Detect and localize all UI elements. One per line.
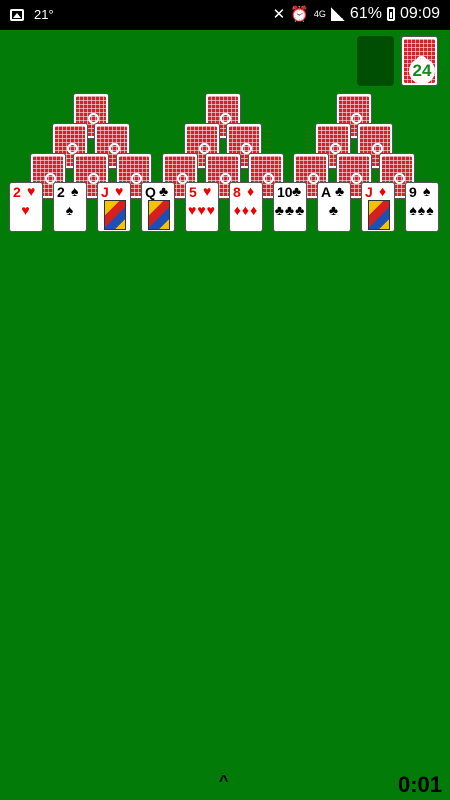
card-pips-icon: ♣♣♣ bbox=[274, 202, 306, 218]
card-rank: 5 bbox=[189, 184, 197, 200]
card-suit-icon: ♦ bbox=[379, 183, 387, 199]
card-suit-icon: ♣ bbox=[335, 183, 345, 199]
mute-icon: ✕ bbox=[272, 6, 286, 23]
playing-card[interactable]: 2 ♥ ♥ bbox=[9, 182, 43, 232]
waste-pile[interactable] bbox=[357, 36, 394, 86]
game-timer: 0:01 bbox=[397, 772, 442, 797]
stock-count-badge: 24 bbox=[409, 58, 435, 84]
card-rank: 2 bbox=[57, 184, 65, 200]
gallery-notification-icon bbox=[10, 8, 24, 21]
expand-caret-icon[interactable]: ^ bbox=[219, 773, 228, 791]
playing-card[interactable]: A ♣ ♣ bbox=[317, 182, 351, 232]
battery-percent: 61% bbox=[349, 5, 382, 22]
playing-card[interactable]: 8 ♦ ♦♦♦ bbox=[229, 182, 263, 232]
face-card-portrait-icon bbox=[148, 200, 170, 230]
alarm-icon: ⏰ bbox=[290, 6, 309, 23]
face-card-portrait-icon bbox=[368, 200, 390, 230]
playing-card[interactable]: 9 ♠ ♠♠♠ bbox=[405, 182, 439, 232]
card-rank: Q bbox=[145, 184, 156, 200]
card-suit-icon: ♣ bbox=[159, 183, 169, 199]
card-suit-icon: ♠ bbox=[71, 183, 79, 199]
card-pips-icon: ♥♥♥ bbox=[188, 202, 216, 218]
card-pips-icon: ♠♠♠ bbox=[409, 202, 435, 218]
playing-card[interactable]: Q ♣ bbox=[141, 182, 175, 232]
card-suit-icon: ♥ bbox=[27, 183, 36, 199]
card-suit-icon: ♥ bbox=[203, 183, 212, 199]
card-pips-icon: ♦♦♦ bbox=[233, 202, 259, 218]
clock-time: 09:09 bbox=[399, 5, 440, 22]
card-pips-icon: ♣ bbox=[328, 202, 340, 218]
status-bar: 21° ✕ ⏰ 4G 61% 09:09 bbox=[0, 0, 450, 30]
card-rank: 10 bbox=[277, 184, 293, 200]
playing-card[interactable]: 10 ♣ ♣♣♣ bbox=[273, 182, 307, 232]
card-rank: 9 bbox=[409, 184, 417, 200]
playing-card[interactable]: J ♥ bbox=[97, 182, 131, 232]
card-suit-icon: ♥ bbox=[115, 183, 124, 199]
playing-card[interactable]: 5 ♥ ♥♥♥ bbox=[185, 182, 219, 232]
battery-icon bbox=[386, 7, 395, 21]
card-rank: J bbox=[101, 184, 109, 200]
card-rank: J bbox=[365, 184, 373, 200]
card-rank: 2 bbox=[13, 184, 21, 200]
signal-icon bbox=[330, 7, 345, 21]
stock-pile[interactable]: 24 bbox=[401, 36, 438, 86]
card-rank: A bbox=[321, 184, 332, 200]
temperature-text: 21° bbox=[34, 7, 54, 22]
card-suit-icon: ♠ bbox=[423, 183, 431, 199]
face-card-portrait-icon bbox=[104, 200, 126, 230]
card-suit-icon: ♦ bbox=[247, 183, 255, 199]
card-suit-icon: ♣ bbox=[292, 183, 302, 199]
network-type: 4G bbox=[313, 8, 326, 19]
card-pips-icon: ♠ bbox=[65, 202, 75, 218]
playing-card[interactable]: 2 ♠ ♠ bbox=[53, 182, 87, 232]
card-pips-icon: ♥ bbox=[21, 202, 31, 218]
card-rank: 8 bbox=[233, 184, 241, 200]
playing-card[interactable]: J ♦ bbox=[361, 182, 395, 232]
